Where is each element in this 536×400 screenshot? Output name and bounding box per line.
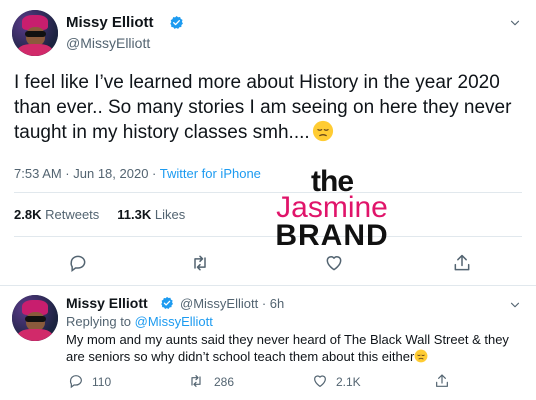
- avatar[interactable]: [12, 295, 58, 341]
- tweet-meta: 7:53 AM · Jun 18, 2020 · Twitter for iPh…: [14, 166, 261, 181]
- share-icon: [454, 254, 470, 271]
- retweets-stat[interactable]: 2.8K Retweets: [14, 207, 99, 222]
- like-count: 2.1K: [336, 375, 361, 389]
- main-tweet: Missy Elliott @MissyElliott I feel like …: [0, 0, 536, 286]
- chevron-down-icon[interactable]: [508, 298, 522, 312]
- pensive-face-emoji-icon: [312, 120, 334, 142]
- reply-count: 110: [92, 375, 112, 389]
- reply-button[interactable]: [68, 253, 88, 273]
- verified-badge-icon: [161, 296, 174, 309]
- retweet-count: 286: [214, 375, 235, 389]
- retweet-button[interactable]: [188, 373, 204, 389]
- engagement-stats: 2.8K Retweets 11.3K Likes: [14, 207, 185, 222]
- handle[interactable]: @MissyElliott: [66, 35, 150, 51]
- reply-icon: [70, 255, 86, 272]
- like-button[interactable]: [312, 373, 328, 389]
- divider: [14, 192, 522, 193]
- share-icon: [436, 374, 448, 387]
- retweet-icon: [191, 375, 201, 387]
- display-name[interactable]: Missy Elliott: [66, 14, 154, 31]
- heart-icon: [326, 256, 342, 271]
- avatar[interactable]: [12, 10, 58, 56]
- verified-badge-icon: [170, 15, 183, 29]
- like-button[interactable]: [324, 253, 344, 273]
- divider: [14, 236, 522, 237]
- likes-stat[interactable]: 11.3K Likes: [117, 207, 185, 222]
- reply-icon: [69, 375, 82, 389]
- reply-button[interactable]: [68, 373, 84, 389]
- tweet-text: I feel like I’ve learned more about Hist…: [14, 72, 512, 143]
- retweet-button[interactable]: [190, 253, 210, 273]
- replying-to-mention[interactable]: @MissyElliott: [135, 314, 213, 329]
- timestamp[interactable]: 7:53 AM · Jun 18, 2020 ·: [14, 166, 160, 181]
- retweet-icon: [194, 255, 206, 271]
- reply-text: My mom and my aunts said they never hear…: [66, 332, 509, 364]
- share-button[interactable]: [434, 373, 450, 389]
- replying-to: Replying to @MissyElliott: [66, 314, 213, 329]
- share-button[interactable]: [452, 253, 472, 273]
- heart-icon: [314, 375, 326, 387]
- source-link[interactable]: Twitter for iPhone: [160, 166, 261, 181]
- chevron-down-icon[interactable]: [508, 16, 522, 30]
- reply-handle-time[interactable]: @MissyElliott · 6h: [180, 296, 284, 311]
- pensive-face-emoji-icon: [414, 349, 428, 363]
- reply-display-name[interactable]: Missy Elliott: [66, 295, 148, 311]
